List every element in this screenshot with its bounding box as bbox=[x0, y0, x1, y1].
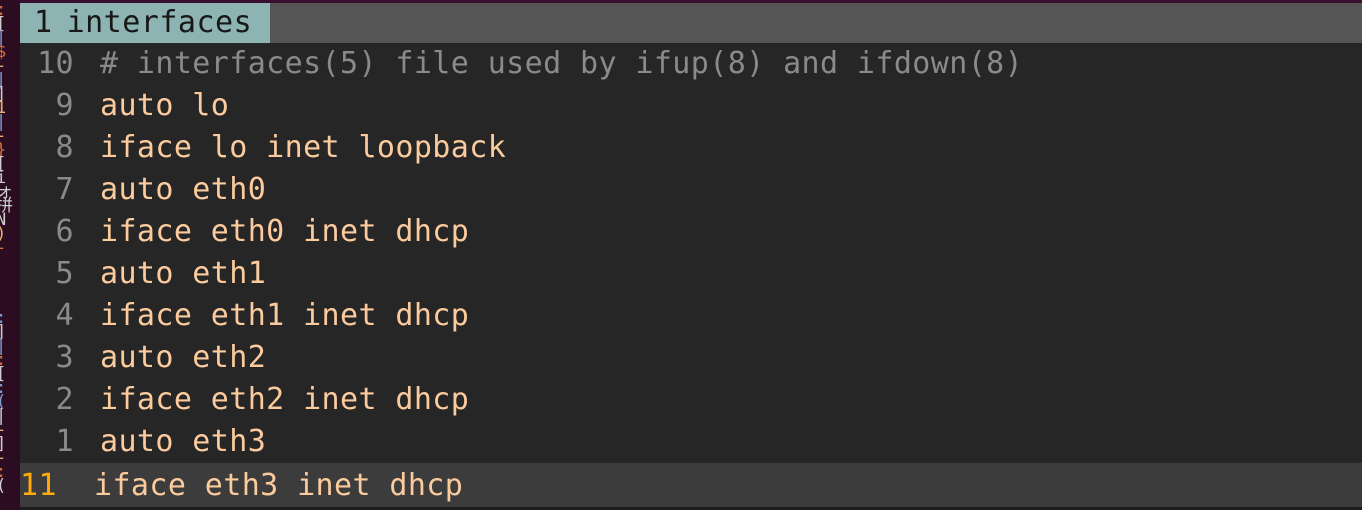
code-row[interactable]: 5 auto eth1 bbox=[20, 253, 1362, 295]
code-row[interactable]: 7 auto eth0 bbox=[20, 169, 1362, 211]
code-row[interactable]: 1 auto eth3 bbox=[20, 421, 1362, 463]
code-buffer[interactable]: 10 # interfaces(5) file used by ifup(8) a… bbox=[20, 43, 1362, 510]
line-text: auto eth0 bbox=[100, 172, 267, 207]
line-number: 4 bbox=[55, 298, 74, 333]
tab-index-label: 1 bbox=[34, 5, 53, 40]
code-row[interactable]: 8 iface lo inet loopback bbox=[20, 127, 1362, 169]
code-row[interactable]: 3 auto eth2 bbox=[20, 337, 1362, 379]
line-text: # interfaces(5) file used by ifup(8) and… bbox=[100, 46, 1024, 81]
line-text: auto lo bbox=[100, 88, 230, 123]
line-number: 3 bbox=[55, 340, 74, 375]
line-number: 1 bbox=[55, 424, 74, 459]
line-text: iface eth2 inet dhcp bbox=[100, 382, 470, 417]
line-text: iface lo inet loopback bbox=[100, 130, 507, 165]
code-row[interactable]: 2 iface eth2 inet dhcp bbox=[20, 379, 1362, 421]
line-number: 9 bbox=[55, 88, 74, 123]
line-text: iface eth0 inet dhcp bbox=[100, 214, 470, 249]
line-text: auto eth3 bbox=[100, 424, 267, 459]
code-row[interactable]: 6 iface eth0 inet dhcp bbox=[20, 211, 1362, 253]
code-row[interactable]: 10 # interfaces(5) file used by ifup(8) a… bbox=[20, 43, 1362, 85]
line-number: 5 bbox=[55, 256, 74, 291]
code-row[interactable]: 9 auto lo bbox=[20, 85, 1362, 127]
line-text: auto eth1 bbox=[100, 256, 267, 291]
line-number: 6 bbox=[55, 214, 74, 249]
tab-interfaces[interactable]: 1 interfaces bbox=[20, 3, 271, 43]
line-text: auto eth2 bbox=[100, 340, 267, 375]
line-number: 8 bbox=[55, 130, 74, 165]
line-number: 7 bbox=[55, 172, 74, 207]
editor-tab-bar: 1 interfaces bbox=[20, 3, 1362, 43]
line-text: iface eth3 inet dhcp bbox=[94, 468, 464, 503]
line-number: 2 bbox=[55, 382, 74, 417]
code-row-current[interactable]: 11 iface eth3 inet dhcp bbox=[20, 463, 1362, 509]
screen: :[|$-|]1|-}[iォ拼N)- :]|:[:(|-]-:( 1 inter… bbox=[0, 0, 1362, 510]
code-row[interactable]: 4 iface eth1 inet dhcp bbox=[20, 295, 1362, 337]
line-number: 11 bbox=[20, 468, 57, 503]
tab-title-label: interfaces bbox=[66, 5, 253, 40]
line-number: 10 bbox=[37, 46, 74, 81]
text-editor-window: 1 interfaces 10 # interfaces(5) file used… bbox=[20, 0, 1362, 510]
line-text: iface eth1 inet dhcp bbox=[100, 298, 470, 333]
